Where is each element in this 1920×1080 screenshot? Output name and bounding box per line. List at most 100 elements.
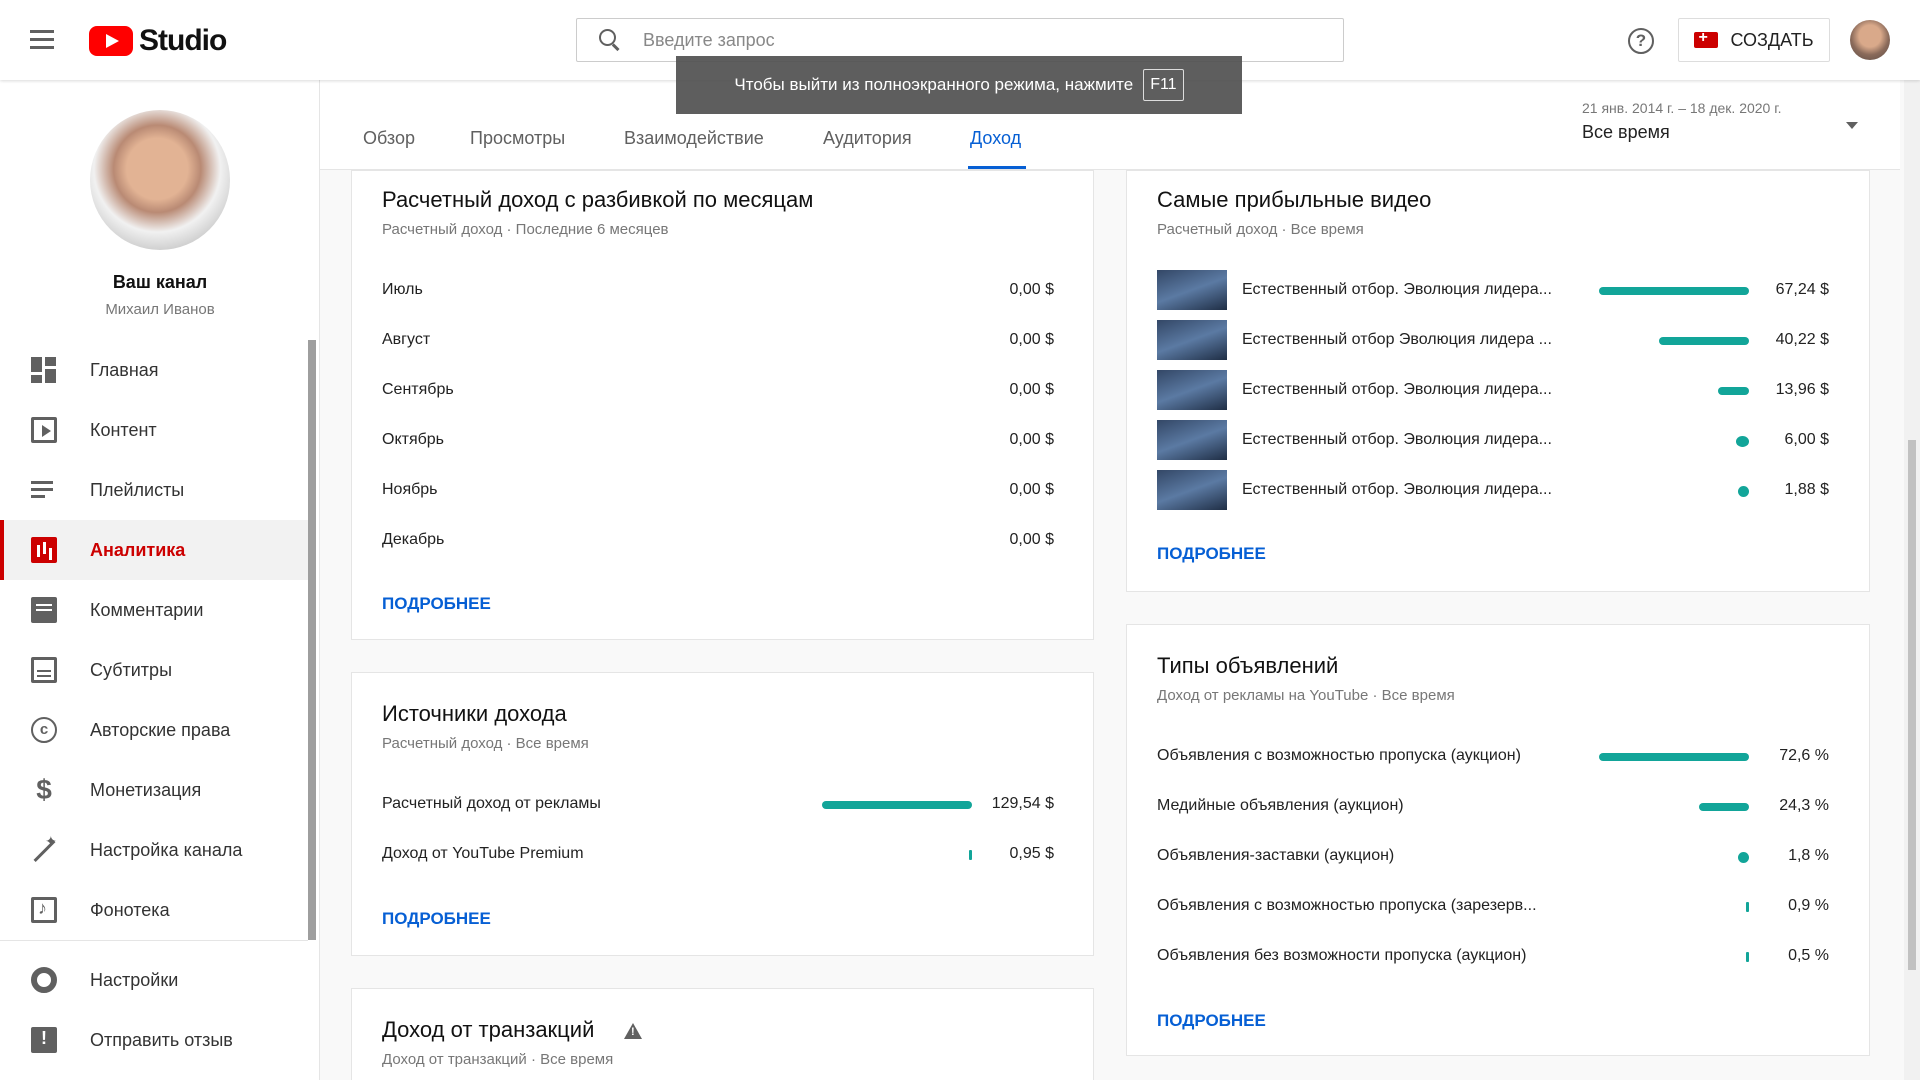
card-title: Источники дохода xyxy=(382,701,567,726)
video-revenue: 1,88 $ xyxy=(1784,481,1829,498)
create-button-label: СОЗДАТЬ xyxy=(1730,29,1814,50)
more-link[interactable]: ПОДРОБНЕЕ xyxy=(1157,544,1266,564)
video-title[interactable]: Естественный отбор Эволюция лидера ... xyxy=(1242,331,1552,349)
video-title[interactable]: Естественный отбор. Эволюция лидера... xyxy=(1242,481,1552,499)
main-scrollbar-thumb[interactable] xyxy=(1908,440,1916,970)
date-range-text: 21 янв. 2014 г. – 18 дек. 2020 г. xyxy=(1582,100,1782,116)
sidebar-item-label: Авторские права xyxy=(90,719,231,740)
video-camera-add-icon xyxy=(1694,29,1719,48)
sidebar-item-label: Отправить отзыв xyxy=(90,1029,233,1050)
month-label: Октябрь xyxy=(382,431,445,448)
video-thumbnail[interactable] xyxy=(1157,470,1227,510)
sidebar-item-content[interactable]: Контент xyxy=(0,400,308,460)
channel-avatar[interactable] xyxy=(90,110,230,250)
share-bar xyxy=(1599,287,1749,295)
menu-icon[interactable] xyxy=(30,30,56,50)
tab-overview[interactable]: Обзор xyxy=(363,128,415,149)
channel-owner: Михаил Иванов xyxy=(105,301,215,318)
logo-text: Studio xyxy=(139,24,227,57)
video-title[interactable]: Естественный отбор. Эволюция лидера... xyxy=(1242,381,1552,399)
chevron-down-icon[interactable] xyxy=(1846,122,1858,129)
main-scrollbar[interactable] xyxy=(1904,80,1920,1080)
video-revenue: 40,22 $ xyxy=(1775,331,1829,348)
warning-icon[interactable] xyxy=(624,1023,642,1039)
month-label: Ноябрь xyxy=(382,481,438,498)
month-label: Июль xyxy=(382,281,423,298)
help-icon[interactable]: ? xyxy=(1628,28,1654,54)
source-label: Доход от YouTube Premium xyxy=(382,845,584,862)
sidebar-item-settings[interactable]: Настройки xyxy=(0,950,308,1010)
ad-types-card: Типы объявлений Доход от рекламы на YouT… xyxy=(1126,624,1870,1056)
date-range-select[interactable]: Все время xyxy=(1582,122,1670,143)
sidebar-item-subtitles[interactable]: Субтитры xyxy=(0,640,308,700)
tab-revenue[interactable]: Доход xyxy=(970,128,1021,149)
video-title[interactable]: Естественный отбор. Эволюция лидера... xyxy=(1242,431,1552,449)
video-thumbnail[interactable] xyxy=(1157,320,1227,360)
feedback-icon xyxy=(31,1027,57,1053)
more-link[interactable]: ПОДРОБНЕЕ xyxy=(1157,1011,1266,1031)
fullscreen-key-badge: F11 xyxy=(1143,69,1184,101)
fullscreen-notice-text: Чтобы выйти из полноэкранного режима, на… xyxy=(734,75,1134,94)
more-link[interactable]: ПОДРОБНЕЕ xyxy=(382,594,491,614)
share-bar xyxy=(1599,753,1749,761)
sidebar-item-label: Плейлисты xyxy=(90,479,185,500)
sidebar-scrollbar[interactable] xyxy=(308,340,316,940)
youtube-play-icon xyxy=(89,26,133,56)
sidebar: Ваш канал Михаил Иванов Главная Контент … xyxy=(0,80,320,1080)
video-revenue: 6,00 $ xyxy=(1784,431,1829,448)
month-label: Август xyxy=(382,331,431,348)
account-avatar[interactable] xyxy=(1850,20,1890,60)
sidebar-item-playlists[interactable]: Плейлисты xyxy=(0,460,308,520)
copyright-icon: c xyxy=(31,717,57,743)
youtube-studio-logo[interactable]: Studio xyxy=(89,24,227,58)
sidebar-item-monetization[interactable]: $ Монетизация xyxy=(0,760,308,820)
fullscreen-notice: Чтобы выйти из полноэкранного режима, на… xyxy=(676,56,1242,114)
ad-type-value: 1,8 % xyxy=(1788,847,1829,864)
month-label: Сентябрь xyxy=(382,381,454,398)
sidebar-item-dashboard[interactable]: Главная xyxy=(0,340,308,400)
ad-type-label: Объявления-заставки (аукцион) xyxy=(1157,847,1395,864)
video-thumbnail[interactable] xyxy=(1157,420,1227,460)
transaction-revenue-card: Доход от транзакций Доход от транзакций … xyxy=(351,988,1094,1080)
subtitles-icon xyxy=(31,657,57,683)
month-label: Декабрь xyxy=(382,531,445,548)
ad-type-value: 24,3 % xyxy=(1779,797,1829,814)
tab-engagement[interactable]: Взаимодействие xyxy=(624,128,764,149)
month-value: 0,00 $ xyxy=(1009,531,1054,548)
sidebar-item-label: Фонотека xyxy=(90,899,170,920)
ad-type-label: Медийные объявления (аукцион) xyxy=(1157,797,1404,814)
sidebar-item-label: Монетизация xyxy=(90,779,202,800)
sidebar-item-feedback[interactable]: Отправить отзыв xyxy=(0,1010,308,1070)
video-thumbnail[interactable] xyxy=(1157,270,1227,310)
ad-type-value: 72,6 % xyxy=(1779,747,1829,764)
share-bar xyxy=(822,801,972,809)
sidebar-item-label: Настройки xyxy=(90,969,179,990)
card-subtitle: Расчетный доход · Последние 6 месяцев xyxy=(382,221,669,238)
sidebar-item-comments[interactable]: Комментарии xyxy=(0,580,308,640)
video-revenue: 67,24 $ xyxy=(1775,281,1829,298)
sidebar-item-label: Аналитика xyxy=(90,539,186,560)
card-title: Доход от транзакций xyxy=(382,1017,595,1042)
card-title: Самые прибыльные видео xyxy=(1157,187,1432,212)
video-thumbnail[interactable] xyxy=(1157,370,1227,410)
sidebar-item-audio-library[interactable]: Фонотека xyxy=(0,880,308,940)
card-title: Расчетный доход с разбивкой по месяцам xyxy=(382,187,814,212)
sidebar-item-analytics[interactable]: Аналитика xyxy=(0,520,308,580)
month-value: 0,00 $ xyxy=(1009,481,1054,498)
channel-name: Ваш канал xyxy=(112,272,208,292)
tab-audience[interactable]: Аудитория xyxy=(823,128,912,149)
sidebar-item-customization[interactable]: Настройка канала xyxy=(0,820,308,880)
search-input[interactable] xyxy=(643,29,1293,51)
video-title[interactable]: Естественный отбор. Эволюция лидера... xyxy=(1242,281,1552,299)
monthly-revenue-card: Расчетный доход с разбивкой по месяцам Р… xyxy=(351,170,1094,640)
source-label: Расчетный доход от рекламы xyxy=(382,795,601,812)
more-link[interactable]: ПОДРОБНЕЕ xyxy=(382,909,491,929)
create-button[interactable]: СОЗДАТЬ xyxy=(1678,18,1830,62)
ad-type-label: Объявления с возможностью пропуска (аукц… xyxy=(1157,747,1521,764)
sidebar-item-copyright[interactable]: c Авторские права xyxy=(0,700,308,760)
sidebar-item-label: Главная xyxy=(90,359,159,380)
top-earning-videos-card: Самые прибыльные видео Расчетный доход ·… xyxy=(1126,170,1870,592)
audio-library-icon xyxy=(31,897,57,923)
tab-views[interactable]: Просмотры xyxy=(470,128,565,149)
video-library-icon xyxy=(31,417,57,443)
